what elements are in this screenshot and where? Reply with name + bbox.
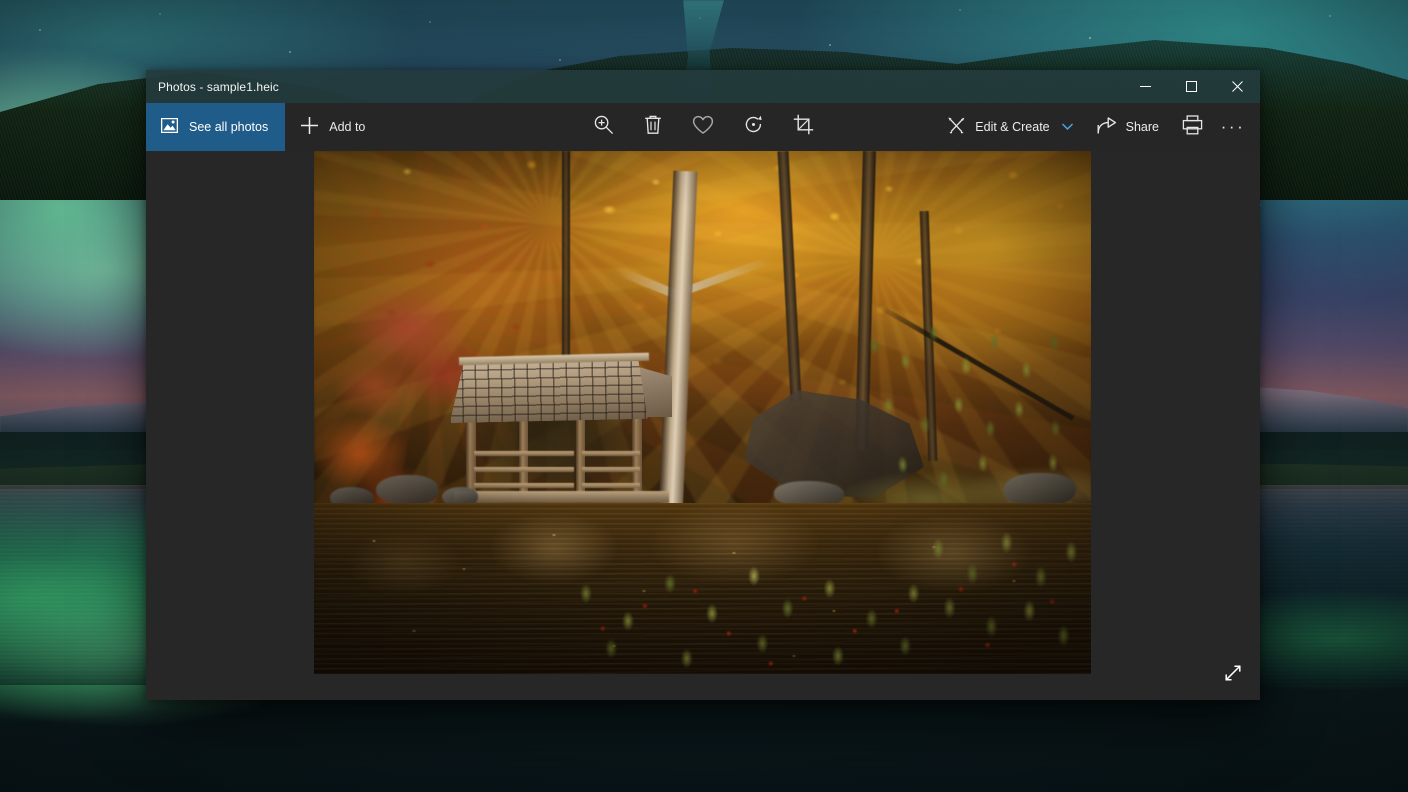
crop-button[interactable] (783, 107, 823, 147)
trash-icon (643, 114, 663, 140)
photo-canvas (146, 151, 1260, 700)
edit-and-create-button[interactable]: Edit & Create (936, 107, 1083, 147)
favorite-button[interactable] (683, 107, 723, 147)
pen-brush-icon (947, 116, 966, 138)
delete-button[interactable] (633, 107, 673, 147)
fullscreen-button[interactable] (1212, 654, 1254, 696)
toolbar: See all photos Add to Edit & Create Shar… (146, 103, 1260, 151)
window-controls (1122, 70, 1260, 103)
add-to-button[interactable]: Add to (285, 103, 381, 151)
maximize-button[interactable] (1168, 70, 1214, 103)
photo-vignette (314, 151, 1091, 674)
toolbar-right-group: Edit & Create Share ··· (936, 103, 1260, 151)
more-options-button[interactable]: ··· (1214, 107, 1252, 147)
photo-icon (160, 117, 179, 136)
diagonal-expand-arrows-icon (1223, 663, 1243, 688)
plus-icon (300, 116, 319, 138)
toolbar-left-group: See all photos Add to (146, 103, 381, 151)
share-button[interactable]: Share (1086, 107, 1170, 147)
rotate-icon (743, 114, 764, 140)
printer-icon (1182, 114, 1203, 140)
add-to-label: Add to (329, 120, 366, 134)
window-title: Photos - sample1.heic (158, 79, 279, 94)
see-all-photos-label: See all photos (189, 120, 269, 134)
photo-viewer-image[interactable] (314, 151, 1091, 674)
chevron-down-icon (1061, 120, 1073, 134)
heart-icon (692, 115, 714, 140)
rotate-button[interactable] (733, 107, 773, 147)
share-arrow-icon (1097, 116, 1117, 138)
edit-and-create-label: Edit & Create (975, 120, 1050, 134)
photos-window: Photos - sample1.heic See all photos Add… (146, 70, 1260, 700)
close-button[interactable] (1214, 70, 1260, 103)
window-titlebar[interactable]: Photos - sample1.heic (146, 70, 1260, 103)
share-label: Share (1125, 120, 1159, 134)
minimize-button[interactable] (1122, 70, 1168, 103)
crop-icon (793, 114, 814, 140)
see-all-photos-button[interactable]: See all photos (146, 103, 286, 151)
print-button[interactable] (1172, 107, 1212, 147)
magnifier-plus-icon (593, 114, 614, 140)
zoom-button[interactable] (583, 107, 623, 147)
